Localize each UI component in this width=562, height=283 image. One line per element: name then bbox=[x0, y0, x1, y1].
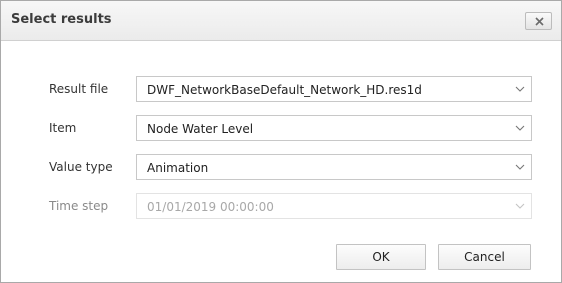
result-file-dropdown[interactable]: DWF_NetworkBaseDefault_Network_HD.res1d bbox=[136, 76, 532, 102]
ok-button[interactable]: OK bbox=[336, 244, 426, 270]
chevron-down-icon bbox=[515, 164, 525, 170]
select-results-dialog: Select results Result file DWF_NetworkBa… bbox=[0, 0, 562, 283]
result-file-label: Result file bbox=[49, 82, 109, 96]
value-type-dropdown[interactable]: Animation bbox=[136, 154, 532, 180]
close-x-icon bbox=[535, 17, 544, 26]
chevron-down-icon bbox=[515, 125, 525, 131]
time-step-label: Time step bbox=[49, 199, 109, 213]
value-type-value: Animation bbox=[147, 161, 209, 175]
item-dropdown[interactable]: Node Water Level bbox=[136, 115, 532, 141]
dialog-titlebar: Select results bbox=[1, 1, 561, 41]
cancel-button[interactable]: Cancel bbox=[438, 244, 531, 270]
value-type-label: Value type bbox=[49, 160, 113, 174]
item-value: Node Water Level bbox=[147, 122, 254, 136]
dialog-title: Select results bbox=[11, 12, 112, 27]
chevron-down-icon bbox=[515, 86, 525, 92]
chevron-down-icon bbox=[515, 203, 525, 209]
time-step-dropdown: 01/01/2019 00:00:00 bbox=[136, 193, 532, 219]
item-label: Item bbox=[49, 121, 77, 135]
result-file-value: DWF_NetworkBaseDefault_Network_HD.res1d bbox=[147, 83, 422, 97]
time-step-value: 01/01/2019 00:00:00 bbox=[147, 200, 274, 214]
close-button[interactable] bbox=[525, 12, 552, 30]
